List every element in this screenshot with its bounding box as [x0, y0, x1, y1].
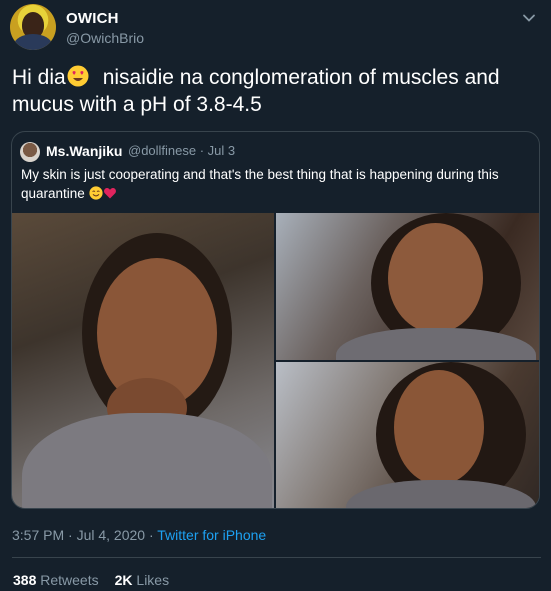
retweets-stat[interactable]: 388 Retweets	[13, 572, 99, 588]
quoted-tweet[interactable]: Ms.Wanjiku @dollfinese · Jul 3 My skin i…	[11, 131, 540, 509]
smiling-face-with-heart-eyes-icon	[67, 65, 89, 87]
photo-woman-pouting[interactable]	[276, 362, 539, 508]
photo-shoulders	[336, 328, 536, 360]
author-avatar[interactable]	[10, 4, 56, 50]
chevron-down-icon[interactable]	[521, 10, 537, 26]
avatar-shirt	[14, 34, 52, 50]
tweet-timestamp: 3:57 PM · Jul 4, 2020 · Twitter for iPho…	[12, 527, 266, 543]
smiling-face-icon	[88, 186, 103, 200]
red-heart-icon	[103, 188, 116, 199]
tweet-stats: 388 Retweets 2K Likes	[13, 572, 169, 588]
tweet-text: Hi dia nisaidie na conglomeration of mus…	[12, 64, 542, 118]
timestamp-text[interactable]: 3:57 PM · Jul 4, 2020 ·	[12, 527, 157, 543]
divider	[12, 557, 541, 558]
quoted-text: My skin is just cooperating and that's t…	[21, 165, 531, 203]
photo-woman-smiling-hand-on-chin[interactable]	[12, 213, 274, 508]
photo-shoulders	[22, 413, 272, 508]
source-link[interactable]: Twitter for iPhone	[157, 527, 266, 543]
photo-shoulders	[346, 480, 536, 508]
author-handle[interactable]: @OwichBrio	[66, 30, 144, 46]
quoted-author-meta: @dollfinese · Jul 3	[128, 143, 236, 158]
photo-woman-smiling[interactable]	[276, 213, 539, 360]
photo-face	[388, 223, 483, 333]
likes-stat[interactable]: 2K Likes	[115, 572, 169, 588]
quoted-author-avatar	[20, 142, 40, 162]
photo-face	[394, 370, 484, 485]
quoted-author-name: Ms.Wanjiku	[46, 143, 123, 159]
tweet-text-start: Hi dia	[12, 66, 66, 89]
author-display-name[interactable]: OWICH	[66, 10, 119, 27]
